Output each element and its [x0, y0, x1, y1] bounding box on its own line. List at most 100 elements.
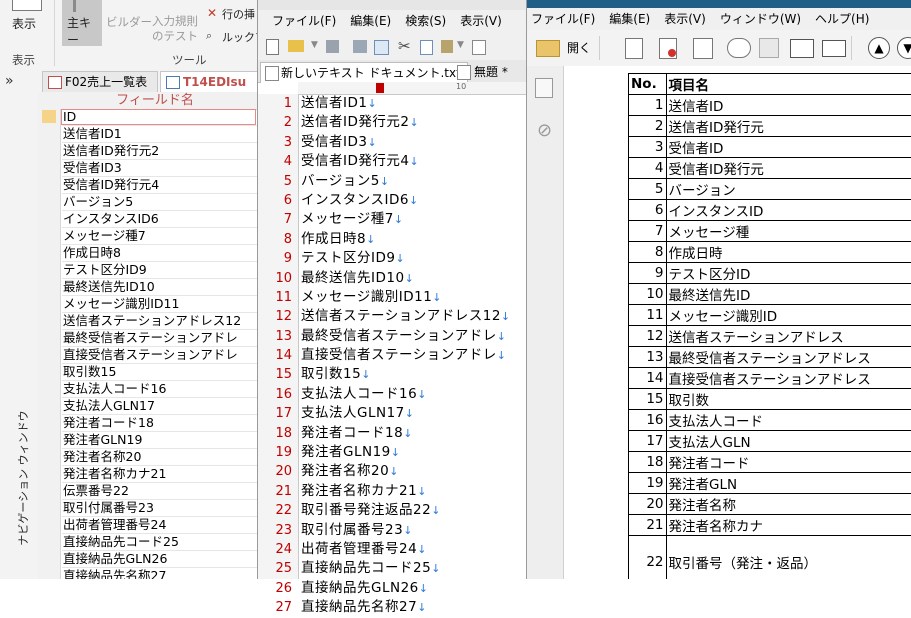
line-content: 発注者名称20	[301, 463, 389, 479]
line-number: 24	[258, 540, 292, 559]
field-row[interactable]: 発注者コード18	[62, 415, 257, 432]
cloud-upload-icon[interactable]	[727, 38, 751, 58]
editor-menu-item[interactable]: ファイル(F)	[272, 14, 336, 28]
editor-menu-item[interactable]: 検索(S)	[405, 14, 446, 28]
print-icon[interactable]	[353, 40, 367, 53]
newline-marker-icon: ↓	[389, 465, 399, 478]
field-row[interactable]: 直接納品先名称27	[62, 568, 257, 579]
print-icon[interactable]	[790, 39, 814, 58]
open-button[interactable]: 開く	[567, 39, 591, 56]
open-folder-icon[interactable]	[288, 40, 304, 52]
newline-marker-icon: ↓	[405, 272, 415, 285]
paste-icon[interactable]	[441, 40, 453, 53]
line-number: 19	[258, 443, 292, 462]
field-row[interactable]: 最終送信先ID10	[62, 279, 257, 296]
line-text: 最終受信者ステーションアドレ↓	[301, 327, 506, 346]
save-icon[interactable]	[759, 38, 779, 58]
attachments-paperclip-icon[interactable]: ⊘	[537, 120, 552, 141]
field-row[interactable]: 受信者ID発行元4	[62, 177, 257, 194]
insert-rows-button[interactable]: 行の挿	[222, 6, 255, 22]
field-row[interactable]: 直接納品先コード25	[62, 534, 257, 551]
select-icon[interactable]	[472, 40, 486, 55]
editor-menu-item[interactable]: 編集(E)	[350, 14, 391, 28]
field-row[interactable]: 発注者GLN19	[62, 432, 257, 449]
field-row[interactable]: 発注者名称20	[62, 449, 257, 466]
save-icon[interactable]	[326, 40, 339, 53]
next-page-icon[interactable]: ▼	[897, 37, 911, 59]
field-row[interactable]: 伝票番号22	[62, 483, 257, 500]
test-rules-button[interactable]: 入力規則 のテスト	[152, 14, 202, 44]
export-pdf-icon[interactable]	[659, 38, 677, 59]
page-thumbnails-icon[interactable]	[535, 78, 553, 98]
dropdown-arrow-icon[interactable]: ▼	[311, 40, 318, 50]
field-row[interactable]: 送信者ID1	[62, 126, 257, 143]
table-row: 6インスタンスID	[629, 200, 911, 221]
field-row[interactable]: 送信者ID発行元2	[62, 143, 257, 160]
table-row: 8作成日時	[629, 242, 911, 263]
form-icon	[48, 76, 62, 89]
item-name-cell: 支払法人コード	[666, 410, 911, 431]
field-row[interactable]: 作成日時8	[62, 245, 257, 262]
view-button[interactable]: 表示	[12, 15, 36, 32]
newline-marker-icon: ↓	[391, 446, 401, 459]
editor-line: 23取引付属番号23↓	[258, 521, 527, 540]
create-pdf-icon[interactable]	[625, 38, 643, 59]
field-row[interactable]: 支払法人コード16	[62, 381, 257, 398]
row-number-cell: 13	[629, 347, 667, 368]
cut-icon[interactable]: ✂	[398, 37, 411, 55]
pdf-menu-item[interactable]: ヘルプ(H)	[815, 12, 869, 26]
table-row: 1送信者ID	[629, 95, 911, 116]
field-row[interactable]: メッセージ識別ID11	[62, 296, 257, 313]
field-row[interactable]: バージョン5	[62, 194, 257, 211]
tab-f02-sales-list[interactable]: F02売上一覧表	[42, 71, 158, 92]
line-text: 最終送信先ID10↓	[301, 269, 414, 288]
builder-button[interactable]: ビルダー	[106, 14, 152, 30]
open-folder-icon[interactable]	[536, 40, 560, 57]
field-row[interactable]: メッセージ種7	[62, 228, 257, 245]
pdf-menu-item[interactable]: 表示(V)	[664, 12, 706, 26]
newline-marker-icon: ↓	[405, 407, 415, 420]
line-content: 支払法人GLN17	[301, 405, 405, 421]
line-content: 送信者ID発行元2	[301, 114, 409, 130]
newline-marker-icon: ↓	[432, 291, 442, 304]
paste-dropdown-icon[interactable]: ▼	[457, 40, 464, 50]
field-row[interactable]: 取引数15	[62, 364, 257, 381]
edit-pdf-icon[interactable]	[693, 38, 713, 59]
print-preview-icon[interactable]	[374, 40, 389, 55]
row-selector-column[interactable]	[38, 109, 61, 579]
new-file-icon[interactable]	[266, 39, 279, 55]
editor-line: 15取引数15↓	[258, 365, 527, 384]
field-row[interactable]: 取引付属番号23	[62, 500, 257, 517]
field-row[interactable]: 発注者名称カナ21	[62, 466, 257, 483]
pdf-menu-item[interactable]: ファイル(F)	[531, 12, 595, 26]
field-row[interactable]: ID	[62, 109, 257, 126]
line-number: 16	[258, 385, 292, 404]
email-icon[interactable]	[822, 40, 846, 57]
field-row[interactable]: 受信者ID3	[62, 160, 257, 177]
editor-menu-item[interactable]: 表示(V)	[460, 14, 502, 28]
previous-page-icon[interactable]: ▲	[868, 37, 890, 59]
editor-line: 4受信者ID発行元4↓	[258, 152, 527, 171]
pdf-menu-item[interactable]: ウィンドウ(W)	[720, 12, 801, 26]
field-row[interactable]: インスタンスID6	[62, 211, 257, 228]
field-row[interactable]: 直接納品先GLN26	[62, 551, 257, 568]
pdf-menu-item[interactable]: 編集(E)	[609, 12, 650, 26]
row-number-cell: 3	[629, 137, 667, 158]
editor-line: 6インスタンスID6↓	[258, 191, 527, 210]
copy-icon[interactable]	[420, 40, 433, 55]
row-number-cell: 21	[629, 515, 667, 536]
field-row[interactable]: テスト区分ID9	[62, 262, 257, 279]
field-row[interactable]: 直接受信者ステーションアドレ	[62, 347, 257, 364]
editor-text-area[interactable]: 1送信者ID1↓2送信者ID発行元2↓3受信者ID3↓4受信者ID発行元4↓5バ…	[258, 94, 527, 618]
field-row[interactable]: 送信者ステーションアドレス12	[62, 313, 257, 330]
tab-new-text-document[interactable]: 新しいテキスト ドキュメント.txt	[260, 62, 468, 83]
item-name-cell: 取引番号（発注・返品）	[666, 536, 911, 580]
item-name-cell: 最終送信先ID	[666, 284, 911, 305]
field-row[interactable]: 最終受信者ステーションアドレ	[62, 330, 257, 347]
table-row: 11メッセージ識別ID	[629, 305, 911, 326]
primary-key-button[interactable]: 主キー	[62, 0, 102, 46]
table-body: 1送信者ID2送信者ID発行元3受信者ID4受信者ID発行元5バージョン6インス…	[629, 95, 911, 580]
nav-expand-chevron-icon[interactable]: »	[5, 73, 14, 89]
field-row[interactable]: 出荷者管理番号24	[62, 517, 257, 534]
field-row[interactable]: 支払法人GLN17	[62, 398, 257, 415]
